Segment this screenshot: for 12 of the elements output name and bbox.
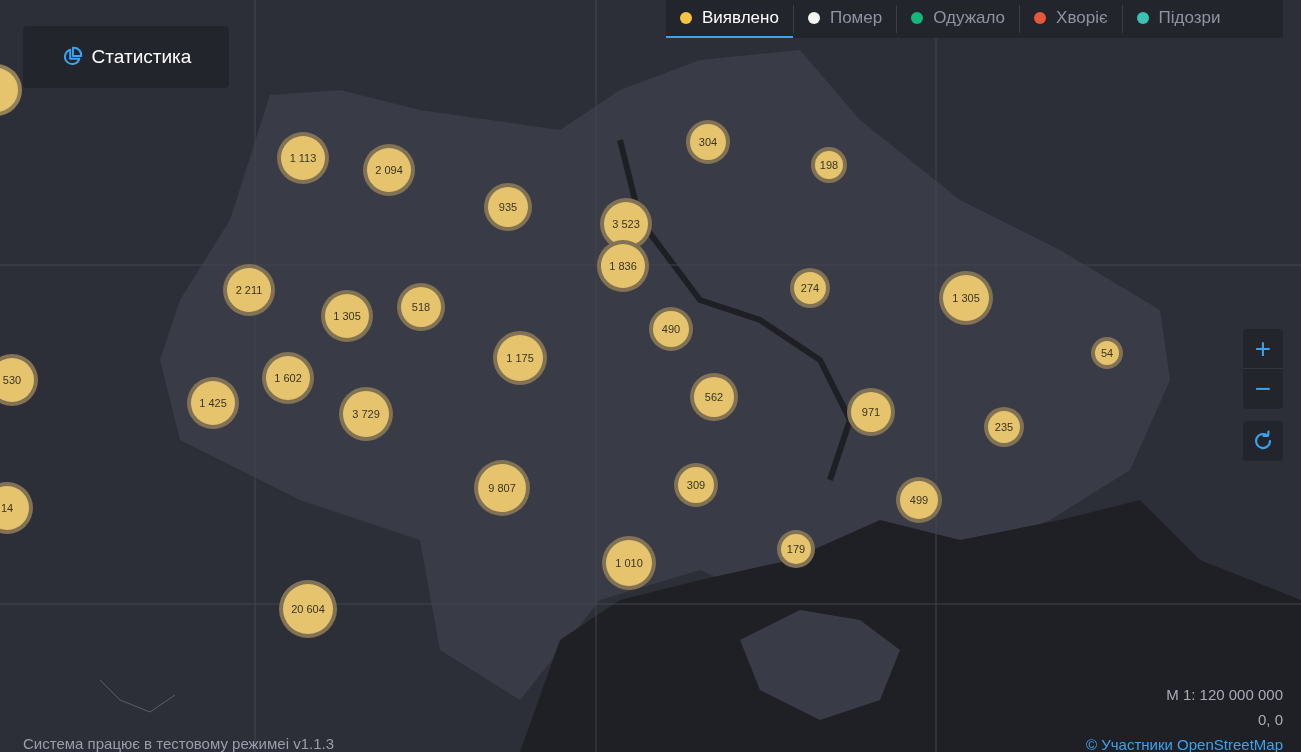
legend-tab[interactable]: Хворіє (1020, 0, 1122, 38)
legend-tab[interactable]: Помер (793, 0, 897, 38)
legend-tab[interactable]: Виявлено (666, 0, 793, 38)
zoom-in-button[interactable]: + (1243, 329, 1283, 369)
statistics-button[interactable]: Статистика (23, 26, 229, 88)
map-scale: M 1: 120 000 000 (1166, 686, 1283, 703)
coordinates: 0, 0 (1257, 711, 1283, 728)
reset-button[interactable] (1243, 421, 1283, 461)
zoom-out-button[interactable]: − (1243, 369, 1283, 409)
legend-tab[interactable]: Підозри (1122, 0, 1235, 38)
status-text: Система працює в тестовому режимеі v1.1.3 (23, 735, 334, 752)
legend-tab[interactable]: Одужало (897, 0, 1020, 38)
